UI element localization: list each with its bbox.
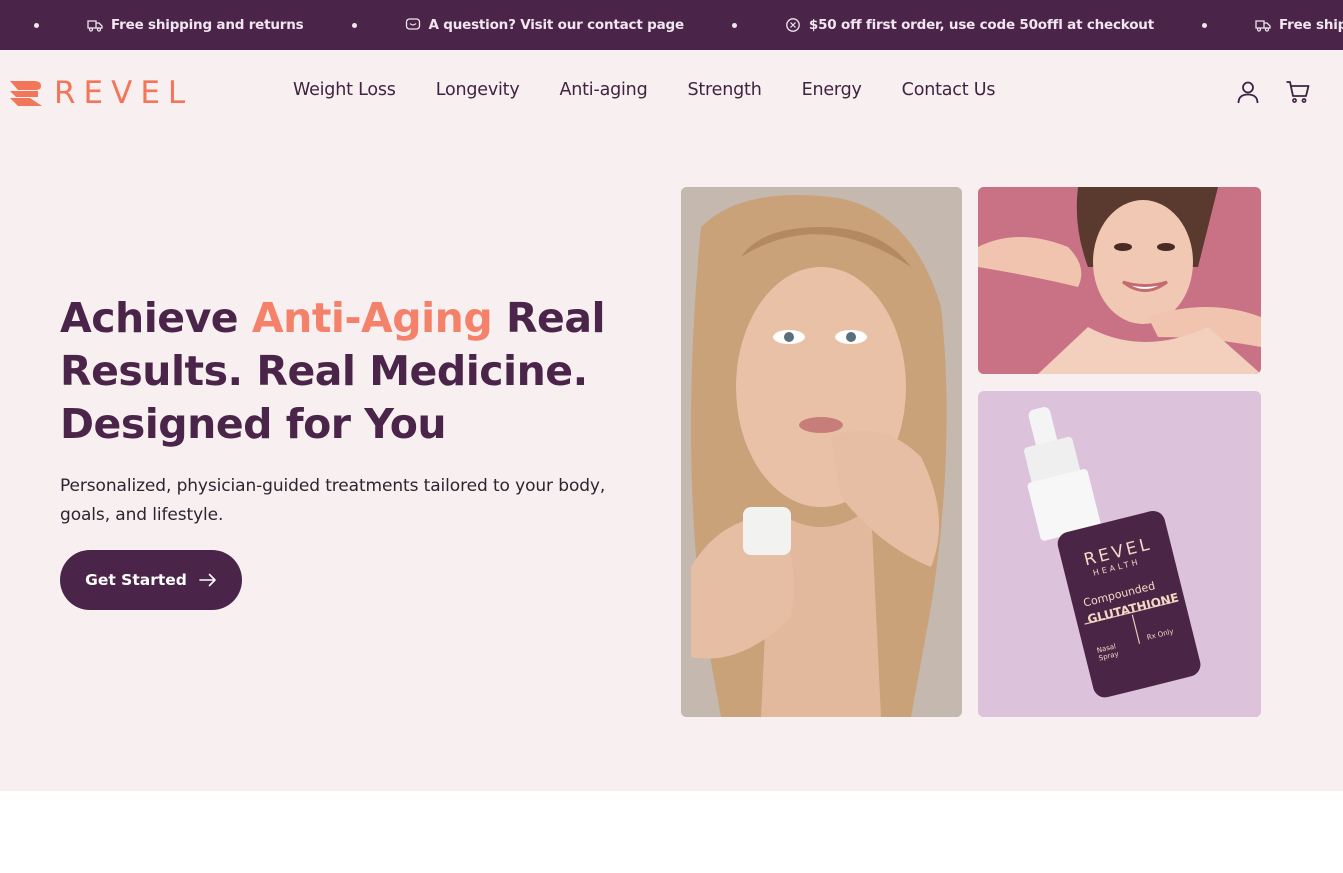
logo-wordmark: REVEL [54,75,194,111]
announcement-text: $50 off first order, use code 50offl at … [808,17,1154,33]
announcement-text: Free shipping and returns [1278,17,1343,33]
arrow-right-icon [199,573,216,587]
smiling-woman-photo [978,187,1261,374]
hero-headline: Achieve Anti-Aging Real Results. Real Me… [60,292,660,451]
nav-weight-loss[interactable]: Weight Loss [293,80,396,100]
bullet-dot [1201,22,1207,28]
nav-strength[interactable]: Strength [687,80,761,100]
nav-anti-aging[interactable]: Anti-aging [559,80,647,100]
bullet-dot [351,22,357,28]
announcement-item[interactable]: A question? Visit our contact page [351,17,732,33]
headline-part-1: Achieve [60,294,252,342]
announcement-text: Free shipping and returns [111,17,304,33]
discount-badge-icon [785,17,801,33]
revel-logo-mark-icon [10,81,42,106]
hero-section: Achieve Anti-Aging Real Results. Real Me… [0,134,1343,791]
announcement-item: Free shipping and returns [34,17,352,33]
truck-icon [87,17,103,33]
announcement-item: Free shipping and returns [1201,17,1343,33]
nav-contact-us[interactable]: Contact Us [902,80,996,100]
get-started-label: Get Started [85,571,187,589]
announcement-text: A question? Visit our contact page [428,17,685,33]
truck-icon [1255,17,1271,33]
user-account-icon[interactable] [1235,79,1261,105]
site-logo[interactable]: REVEL [8,75,194,111]
announcement-bar: Free shipping and returns A question? Vi… [0,0,1343,50]
announcement-item: $50 off first order, use code 50offl at … [731,17,1202,33]
bullet-dot [731,22,737,28]
nav-longevity[interactable]: Longevity [436,80,520,100]
get-started-button[interactable]: Get Started [60,550,242,610]
woman-applying-cream-photo [681,187,962,717]
nav-energy[interactable]: Energy [802,80,862,100]
bullet-dot [34,22,39,28]
hero-subtitle: Personalized, physician-guided treatment… [60,476,606,525]
headline-accent: Anti-Aging [251,294,493,342]
chat-bubble-icon [405,17,421,33]
main-navigation: Weight Loss Longevity Anti-aging Strengt… [293,80,995,100]
announcement-track: Free shipping and returns A question? Vi… [34,0,1343,50]
shopping-cart-icon[interactable] [1285,79,1311,105]
site-header: REVEL Weight Loss Longevity Anti-aging S… [0,50,1343,134]
glutathione-bottle-photo: REVEL HEALTH Compounded GLUTATHIONE Nasa… [978,391,1261,717]
